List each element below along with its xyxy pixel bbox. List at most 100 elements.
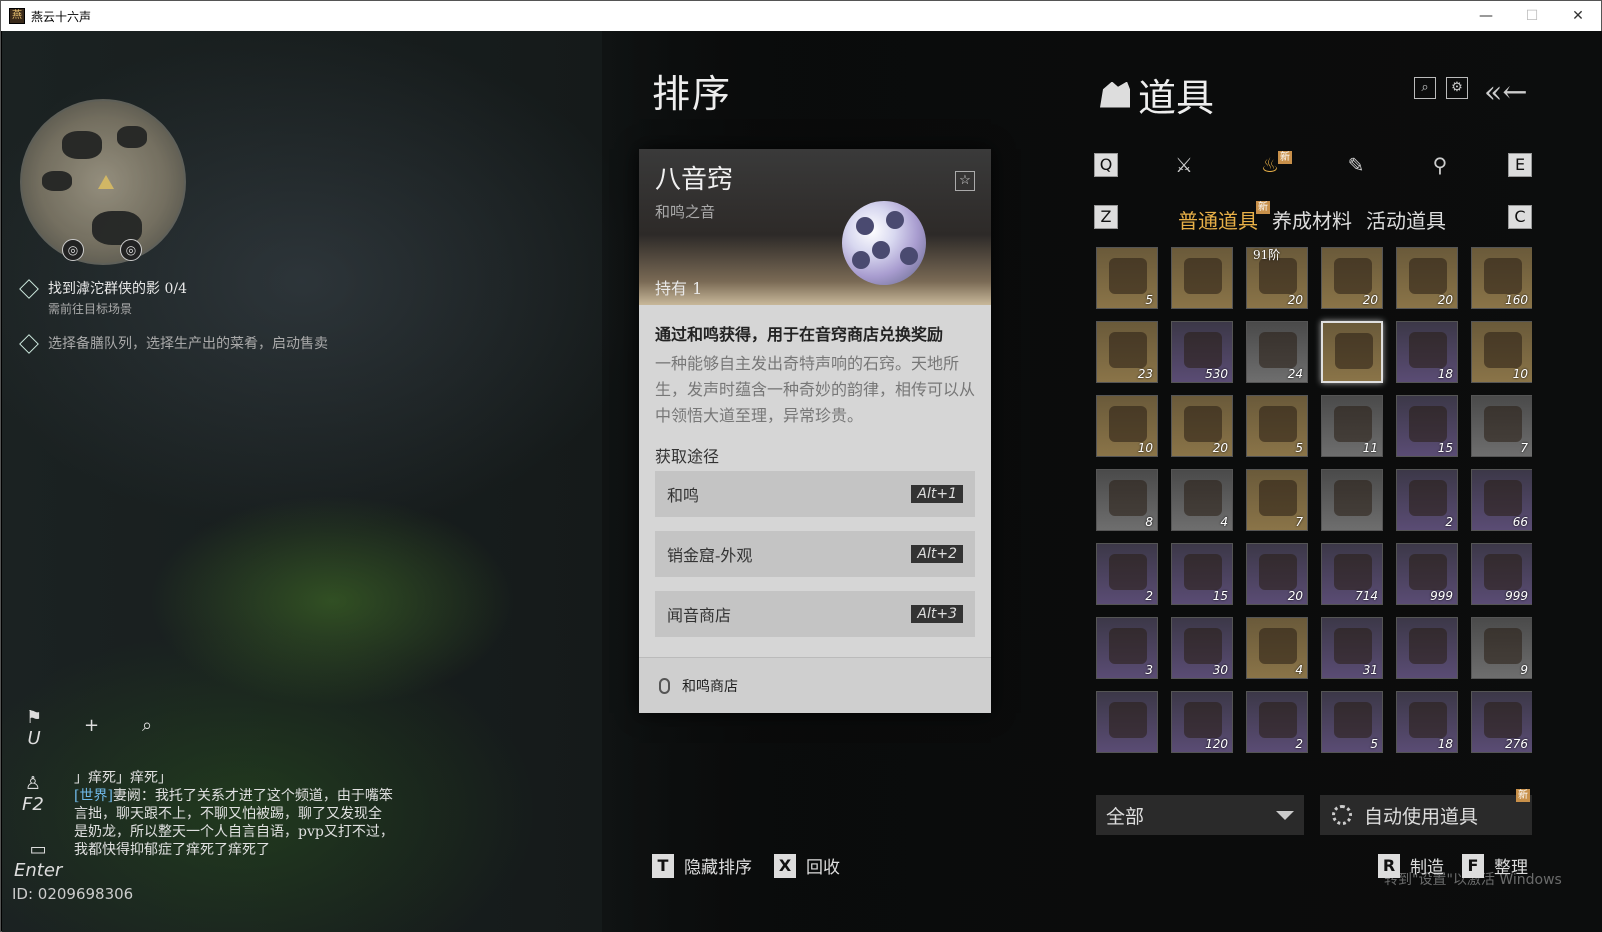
source-label: 获取途径 <box>655 447 720 466</box>
inventory-slot[interactable]: 4 <box>1171 469 1233 531</box>
inventory-slot[interactable]: 5 <box>1246 395 1308 457</box>
inventory-slot[interactable]: 530 <box>1171 321 1233 383</box>
inventory-slot[interactable]: 999 <box>1471 543 1532 605</box>
shop-link-label: 和鸣商店 <box>682 678 738 695</box>
item-orb-image <box>842 201 926 285</box>
item-count: 120 <box>1205 737 1228 751</box>
subtab-event-items[interactable]: 活动道具 <box>1366 205 1446 234</box>
inventory-slot[interactable]: 18 <box>1396 691 1458 753</box>
inventory-slot[interactable]: 2 <box>1246 691 1308 753</box>
new-badge: 新 <box>1256 201 1270 214</box>
auto-use-button[interactable]: 自动使用道具 新 <box>1320 789 1532 835</box>
auto-use-label: 自动使用道具 <box>1364 805 1479 828</box>
inventory-slot[interactable]: 15 <box>1396 395 1458 457</box>
inventory-slot[interactable]: 10 <box>1096 395 1158 457</box>
inventory-slot[interactable]: 11 <box>1321 395 1383 457</box>
marker-key: U <box>27 728 41 749</box>
inventory-slot[interactable] <box>1171 247 1233 309</box>
inventory-slot[interactable]: 999 <box>1396 543 1458 605</box>
item-count: 18 <box>1437 367 1453 381</box>
inventory-slot[interactable]: 714 <box>1321 543 1383 605</box>
inventory-slot[interactable]: 8 <box>1096 469 1158 531</box>
inventory-slot[interactable]: 23 <box>1096 321 1158 383</box>
map-marker-icon[interactable]: ◎ <box>120 239 142 261</box>
inventory-slot[interactable]: 10 <box>1471 321 1532 383</box>
inventory-slot[interactable]: 91阶 20 <box>1246 247 1308 309</box>
subtab-materials[interactable]: 养成材料 <box>1272 205 1352 234</box>
inventory-slot[interactable]: 2 <box>1096 543 1158 605</box>
recycle-button[interactable]: X 回收 <box>774 853 840 878</box>
next-subtab-key[interactable]: C <box>1508 205 1532 229</box>
item-count: 15 <box>1212 589 1228 603</box>
inventory-slot[interactable]: 18 <box>1396 321 1458 383</box>
inventory-slot[interactable]: 7 <box>1471 395 1532 457</box>
chevron-down-icon <box>1276 810 1294 820</box>
hide-sort-button[interactable]: T 隐藏排序 <box>652 853 752 878</box>
item-subtitle: 和鸣之音 <box>655 203 716 221</box>
inventory-slot[interactable]: 66 <box>1471 469 1532 531</box>
quest-item[interactable]: 找到滹沱群侠的影 0/4 需前往目标场景 <box>19 279 338 319</box>
favorite-star-icon[interactable]: ☆ <box>955 171 975 191</box>
inventory-slot[interactable]: 5 <box>1321 691 1383 753</box>
quest-item[interactable]: 选择备膳队列，选择生产出的菜肴，启动售卖 <box>19 334 338 354</box>
inventory-slot[interactable]: 7 <box>1246 469 1308 531</box>
back-arrow-icon[interactable]: «← <box>1484 75 1528 110</box>
maximize-button[interactable]: ☐ <box>1509 1 1555 31</box>
inventory-slot[interactable] <box>1321 469 1383 531</box>
item-thumbnail <box>1335 333 1373 369</box>
inventory-slot[interactable] <box>1321 321 1383 383</box>
map-marker-icon[interactable]: ◎ <box>62 239 84 261</box>
inventory-slot[interactable]: 160 <box>1471 247 1532 309</box>
inventory-slot[interactable]: 24 <box>1246 321 1308 383</box>
item-count: 20 <box>1362 293 1378 307</box>
inventory-slot[interactable]: 30 <box>1171 617 1233 679</box>
tab-scroll-icon[interactable]: ✎ <box>1342 151 1370 179</box>
inventory-slot[interactable]: 120 <box>1171 691 1233 753</box>
item-thumbnail <box>1184 628 1222 664</box>
item-thumbnail <box>1184 258 1222 294</box>
inventory-slot[interactable]: 3 <box>1096 617 1158 679</box>
filter-dropdown[interactable]: 全部 <box>1096 795 1304 835</box>
route-label: 销金窟-外观 <box>667 546 753 565</box>
inventory-slot[interactable]: 20 <box>1246 543 1308 605</box>
shop-link[interactable]: 和鸣商店 <box>639 657 991 713</box>
inventory-slot[interactable] <box>1096 691 1158 753</box>
inventory-slot[interactable]: 4 <box>1246 617 1308 679</box>
inventory-slot[interactable]: 20 <box>1396 247 1458 309</box>
inventory-slot[interactable]: 2 <box>1396 469 1458 531</box>
prev-tab-key[interactable]: Q <box>1094 153 1118 177</box>
subtab-normal-items[interactable]: 普通道具 <box>1178 205 1258 234</box>
inventory-slot[interactable]: 276 <box>1471 691 1532 753</box>
inventory-slot[interactable]: 9 <box>1471 617 1532 679</box>
item-count: 9 <box>1520 663 1528 677</box>
inventory-slot[interactable]: 15 <box>1171 543 1233 605</box>
chat-button[interactable]: ▭ Enter <box>14 839 62 881</box>
item-count: 999 <box>1430 589 1453 603</box>
minimize-button[interactable]: — <box>1463 1 1509 31</box>
source-route-button[interactable]: 销金窟-外观 Alt+2 <box>655 531 975 577</box>
search-icon[interactable]: ⌕ <box>1414 77 1436 99</box>
item-count: 20 <box>1212 441 1228 455</box>
minimap[interactable] <box>20 99 186 265</box>
source-route-button[interactable]: 闻音商店 Alt+3 <box>655 591 975 637</box>
prev-subtab-key[interactable]: Z <box>1094 205 1118 229</box>
inventory-title-text: 道具 <box>1138 76 1215 120</box>
marker-button[interactable]: ⚑ U <box>26 707 42 749</box>
tab-location-icon[interactable]: ⚲ <box>1426 151 1454 179</box>
profile-button[interactable]: ♙ F2 <box>22 773 44 815</box>
search-button[interactable]: ⌕ <box>142 715 152 736</box>
inventory-slot[interactable]: 20 <box>1171 395 1233 457</box>
settings-gear-icon[interactable]: ⚙ <box>1446 77 1468 99</box>
add-button[interactable]: + <box>84 715 99 736</box>
close-button[interactable]: ✕ <box>1555 1 1601 31</box>
inventory-slot[interactable] <box>1396 617 1458 679</box>
item-thumbnail <box>1109 702 1147 738</box>
tab-weapons-icon[interactable]: ⚔ <box>1170 151 1198 179</box>
inventory-slot[interactable]: 31 <box>1321 617 1383 679</box>
next-tab-key[interactable]: E <box>1508 153 1532 177</box>
inventory-slot[interactable]: 5 <box>1096 247 1158 309</box>
chat-log[interactable]: 」痒死」痒死」 [世界]妻阙：我托了关系才进了这个频道，由于嘴笨言拙，聊天跟不上… <box>74 769 394 859</box>
source-route-button[interactable]: 和鸣 Alt+1 <box>655 471 975 517</box>
item-name: 八音窍 <box>655 165 734 195</box>
inventory-slot[interactable]: 20 <box>1321 247 1383 309</box>
